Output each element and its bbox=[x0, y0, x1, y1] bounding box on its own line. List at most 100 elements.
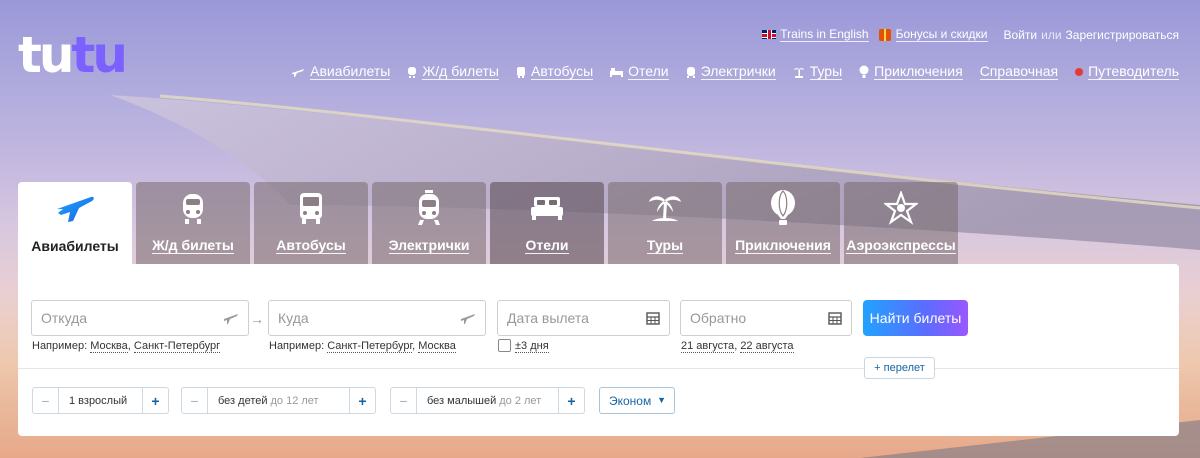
to-example-2[interactable]: Москва bbox=[418, 340, 456, 353]
nav-item-commuter[interactable]: Электрички bbox=[686, 63, 776, 80]
add-flight-button[interactable]: + перелет bbox=[864, 357, 935, 379]
tab-label: Ж/д билеты bbox=[152, 237, 234, 254]
nav-item-label: Автобусы bbox=[531, 63, 594, 80]
tab-hotels[interactable]: Отели bbox=[490, 182, 604, 264]
adults-plus-button[interactable]: + bbox=[142, 388, 168, 413]
bonuses-label: Бонусы и скидки bbox=[895, 27, 988, 42]
flex-days-text[interactable]: ±3 дня bbox=[515, 340, 549, 353]
tab-label: Электрички bbox=[388, 237, 470, 254]
children-note: до 12 лет bbox=[270, 394, 319, 407]
infants-minus-button[interactable]: − bbox=[391, 388, 417, 413]
nav-item-hotels[interactable]: Отели bbox=[610, 63, 669, 80]
transport-tabs: Авиабилеты Ж/д билеты Автобусы Электричк… bbox=[18, 182, 962, 264]
search-panel: Откуда → Куда Дата вылета Обратно Найти … bbox=[18, 264, 1179, 436]
tab-train[interactable]: Ж/д билеты bbox=[136, 182, 250, 264]
nav-item-tours[interactable]: Туры bbox=[793, 63, 843, 80]
nav-item-guide[interactable]: Путеводитель bbox=[1075, 63, 1179, 80]
plane-takeoff-icon bbox=[224, 314, 238, 324]
return-date-field[interactable]: Обратно bbox=[680, 300, 852, 336]
to-example-1[interactable]: Санкт-Петербург bbox=[327, 340, 413, 353]
return-example-2[interactable]: 22 августа bbox=[740, 340, 794, 353]
to-field[interactable]: Куда bbox=[268, 300, 486, 336]
tab-aeroexpress[interactable]: Аэроэкспрессы bbox=[844, 182, 958, 264]
children-value: без детей до 12 лет bbox=[208, 388, 349, 413]
tab-label: Приключения bbox=[735, 237, 831, 254]
example-label: Например: bbox=[269, 340, 325, 352]
plane-landing-icon bbox=[461, 314, 475, 324]
logo-part-2: tu bbox=[71, 26, 128, 84]
depart-date-field[interactable]: Дата вылета bbox=[497, 300, 670, 336]
nav-item-train[interactable]: Ж/д билеты bbox=[407, 63, 499, 80]
tab-label: Отели bbox=[525, 237, 569, 254]
from-examples: Например: Москва, Санкт-Петербург bbox=[32, 340, 221, 353]
infants-plus-button[interactable]: + bbox=[558, 388, 584, 413]
nav-item-label: Авиабилеты bbox=[310, 63, 391, 80]
nav-item-label: Отели bbox=[628, 63, 669, 80]
infants-value: без малышей до 2 лет bbox=[417, 388, 558, 413]
calendar-icon bbox=[646, 312, 660, 325]
to-examples: Например: Санкт-Петербург, Москва bbox=[269, 340, 456, 353]
arrow-right-icon: → bbox=[250, 311, 264, 327]
plane-icon bbox=[57, 196, 94, 222]
uk-flag-icon bbox=[762, 30, 777, 39]
bus-icon bbox=[300, 193, 322, 224]
infants-text: без малышей bbox=[427, 394, 497, 407]
search-tickets-button[interactable]: Найти билеты bbox=[863, 300, 968, 336]
tutu-logo[interactable]: tutu bbox=[18, 30, 128, 80]
register-link[interactable]: Зарегистрироваться bbox=[1066, 28, 1179, 42]
nav-item-label: Электрички bbox=[700, 63, 776, 80]
tab-label: Автобусы bbox=[276, 237, 346, 254]
nav-item-bus[interactable]: Автобусы bbox=[516, 63, 594, 80]
tab-bus[interactable]: Автобусы bbox=[254, 182, 368, 264]
tab-label: Туры bbox=[646, 237, 684, 254]
bed-icon bbox=[610, 67, 624, 77]
return-placeholder: Обратно bbox=[690, 310, 747, 326]
gift-icon bbox=[878, 28, 891, 41]
class-select[interactable]: Эконом ▼ bbox=[599, 387, 675, 414]
train-icon bbox=[183, 194, 203, 224]
red-dot-icon bbox=[1075, 67, 1084, 76]
auth-links: Войти или Зарегистрироваться bbox=[1004, 28, 1179, 42]
from-placeholder: Откуда bbox=[41, 310, 88, 326]
tab-avia[interactable]: Авиабилеты bbox=[18, 182, 132, 264]
children-plus-button[interactable]: + bbox=[349, 388, 375, 413]
tab-adventures[interactable]: Приключения bbox=[726, 182, 840, 264]
nav-item-help[interactable]: Справочная bbox=[979, 63, 1059, 80]
tab-label: Авиабилеты bbox=[31, 238, 119, 254]
from-example-1[interactable]: Москва bbox=[90, 340, 128, 353]
class-select-value: Эконом bbox=[609, 393, 652, 408]
from-field[interactable]: Откуда bbox=[31, 300, 249, 336]
bed-icon bbox=[531, 197, 563, 220]
return-examples: 21 августа, 22 августа bbox=[681, 340, 794, 353]
aeroexpress-icon bbox=[884, 191, 918, 225]
nav-item-label: Приключения bbox=[874, 63, 963, 80]
logo-part-1: tu bbox=[18, 26, 74, 84]
children-text: без детей bbox=[218, 394, 268, 407]
top-links: Trains in English Бонусы и скидки Войти … bbox=[752, 27, 1179, 42]
trains-in-english-link[interactable]: Trains in English bbox=[762, 27, 869, 42]
tab-commuter[interactable]: Электрички bbox=[372, 182, 486, 264]
tab-tours[interactable]: Туры bbox=[608, 182, 722, 264]
or-text: или bbox=[1041, 27, 1062, 42]
bonuses-link[interactable]: Бонусы и скидки bbox=[878, 27, 988, 42]
tab-label: Аэроэкспрессы bbox=[846, 237, 956, 254]
children-stepper: − без детей до 12 лет + bbox=[181, 387, 376, 414]
from-example-2[interactable]: Санкт-Петербург bbox=[133, 340, 221, 353]
login-link[interactable]: Войти bbox=[1004, 28, 1038, 42]
nav-item-avia[interactable]: Авиабилеты bbox=[291, 63, 391, 80]
commuter-train-icon bbox=[686, 66, 695, 78]
adults-minus-button[interactable]: − bbox=[33, 388, 59, 413]
adults-value: 1 взрослый bbox=[59, 388, 142, 413]
flex-days-label: ±3 дня bbox=[515, 340, 549, 353]
main-nav: Авиабилеты Ж/д билеты Автобусы Отели Эле… bbox=[274, 63, 1179, 80]
flex-days-checkbox[interactable] bbox=[498, 339, 511, 352]
children-minus-button[interactable]: − bbox=[182, 388, 208, 413]
nav-item-adventures[interactable]: Приключения bbox=[859, 63, 963, 80]
bus-icon bbox=[517, 66, 525, 78]
return-example-1[interactable]: 21 августа bbox=[681, 340, 735, 353]
nav-item-label: Ж/д билеты bbox=[422, 63, 499, 80]
adults-text: 1 взрослый bbox=[69, 394, 128, 407]
adults-stepper: − 1 взрослый + bbox=[32, 387, 169, 414]
infants-note: до 2 лет bbox=[499, 394, 542, 407]
chevron-down-icon: ▼ bbox=[657, 395, 666, 405]
